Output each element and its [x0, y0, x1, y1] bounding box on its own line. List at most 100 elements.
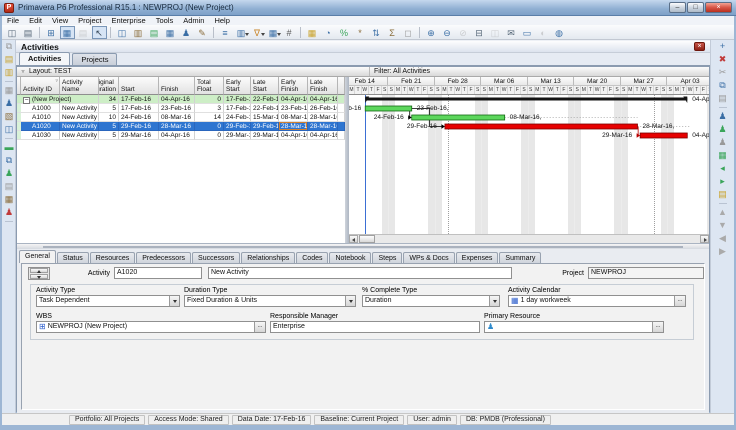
details-tab-notebook[interactable]: Notebook	[329, 252, 371, 263]
cell-a1020-late-start[interactable]: 29-Feb-16	[251, 122, 279, 131]
progress-spotlight-icon[interactable]: ◐	[536, 26, 551, 39]
timescale-options-icon[interactable]: ▦	[266, 26, 281, 39]
cell-a1030-activity-name[interactable]: New Activity	[60, 131, 99, 140]
filters-icon[interactable]: ∇	[250, 26, 265, 39]
pointer-tool-icon[interactable]: ↖	[92, 26, 107, 39]
scroll-thumb[interactable]	[359, 235, 375, 243]
menu-help[interactable]: Help	[209, 16, 234, 25]
bar-a1010[interactable]	[412, 115, 505, 120]
table-row-a1030[interactable]: A1030New Activity529-Mar-1604-Apr-16029-…	[17, 131, 345, 140]
gantt-horizontal-scrollbar[interactable]	[349, 234, 709, 243]
title-bar[interactable]: P Primavera P6 Professional R15.1 : NEWP…	[0, 0, 736, 16]
assign-roles-icon[interactable]: ♟	[715, 123, 731, 136]
table-row-new-project[interactable]: −(New Project)3417-Feb-1604-Apr-16017-Fe…	[17, 95, 345, 104]
column-header-start[interactable]: Start	[119, 77, 159, 95]
layout-chevron-icon[interactable]: ▿	[17, 67, 29, 76]
shift-left-icon[interactable]: ◀	[715, 232, 731, 245]
activity-type-select[interactable]: Task Dependent	[36, 295, 180, 307]
menu-edit[interactable]: Edit	[24, 16, 47, 25]
cell-new-project-late-start[interactable]: 22-Feb-16	[251, 95, 279, 104]
toolbars-icon[interactable]: ⧉	[2, 40, 16, 53]
pct-complete-type-dropdown-icon[interactable]	[489, 296, 499, 306]
details-tab-steps[interactable]: Steps	[372, 252, 402, 263]
cell-new-project-start[interactable]: 17-Feb-16	[119, 95, 159, 104]
cell-a1010-activity-id[interactable]: A1010	[21, 113, 60, 122]
project-summary-bar[interactable]	[365, 98, 687, 101]
menu-project[interactable]: Project	[73, 16, 106, 25]
bar-a1020[interactable]	[445, 124, 638, 129]
cell-a1010-late-finish[interactable]: 28-Mar-16	[308, 113, 338, 122]
menu-enterprise[interactable]: Enterprise	[107, 16, 151, 25]
cell-a1030-early-start[interactable]: 29-Mar-16	[224, 131, 251, 140]
column-header-finish[interactable]: Finish	[159, 77, 195, 95]
tab-projects[interactable]: Projects	[72, 53, 117, 65]
print-icon[interactable]: ▤	[21, 26, 36, 39]
assign-by-role-icon[interactable]: ♟	[715, 136, 731, 149]
vertical-split-icon[interactable]: ◫	[488, 26, 503, 39]
wps-and-docs-icon[interactable]: ▤	[2, 180, 16, 193]
cell-a1030-original-duration[interactable]: 5	[99, 131, 119, 140]
cell-a1000-late-finish[interactable]: 26-Feb-16	[308, 104, 338, 113]
activities-icon[interactable]: ▬	[2, 141, 16, 154]
resources-icon[interactable]: ♟	[2, 97, 16, 110]
show-layout-icon[interactable]: ▥	[234, 26, 249, 39]
zoom-in-icon[interactable]: ⊕	[424, 26, 439, 39]
bar-a1030[interactable]	[640, 133, 687, 138]
print-preview-icon[interactable]: ◫	[5, 26, 20, 39]
cell-new-project-total-float[interactable]: 0	[195, 95, 224, 104]
cell-a1020-activity-id[interactable]: A1020	[21, 122, 60, 131]
details-tab-codes[interactable]: Codes	[296, 252, 328, 263]
assign-predecessors-icon[interactable]: ◂	[715, 162, 731, 175]
details-tab-summary[interactable]: Summary	[499, 252, 541, 263]
cell-new-project-blank[interactable]	[338, 95, 345, 104]
menu-view[interactable]: View	[47, 16, 73, 25]
wbs-browse-button[interactable]: ...	[254, 322, 265, 332]
cell-a1020-start[interactable]: 29-Feb-16	[119, 122, 159, 131]
table-row-a1020[interactable]: A1020New Activity529-Feb-1628-Mar-16029-…	[17, 122, 345, 131]
activity-calendar-browse-button[interactable]: ...	[674, 296, 685, 306]
cut-icon[interactable]: ✂	[715, 66, 731, 79]
minimize-button[interactable]: –	[669, 2, 686, 13]
cell-a1020-finish[interactable]: 28-Mar-16	[159, 122, 195, 131]
primary-resource-browse-button[interactable]: ...	[652, 322, 663, 332]
tab-activities[interactable]: Activities	[19, 52, 70, 65]
resource-assignment-icon[interactable]: ♟	[179, 26, 194, 39]
group-and-sort-icon[interactable]: ≡	[218, 26, 233, 39]
notebook-icon[interactable]: ✉	[504, 26, 519, 39]
enterprise-data-icon[interactable]: ▦	[2, 84, 16, 97]
activity-name-field[interactable]: New Activity	[208, 267, 512, 279]
cell-new-project-finish[interactable]: 04-Apr-16	[159, 95, 195, 104]
timescale-icon[interactable]: ▦	[163, 26, 178, 39]
bars-icon[interactable]: ▤	[147, 26, 162, 39]
projects-icon[interactable]: ▤	[2, 53, 16, 66]
cell-new-project-early-start[interactable]: 17-Feb-16	[224, 95, 251, 104]
cell-a1030-activity-id[interactable]: A1030	[21, 131, 60, 140]
cell-new-project-original-duration[interactable]: 34	[99, 95, 119, 104]
cell-new-project-late-finish[interactable]: 04-Apr-16	[308, 95, 338, 104]
cell-a1010-activity-name[interactable]: New Activity	[60, 113, 99, 122]
column-header-original-duration[interactable]: Original Duration	[99, 77, 119, 95]
move-up-icon[interactable]: ▲	[715, 206, 731, 219]
cell-a1000-activity-id[interactable]: A1000	[21, 104, 60, 113]
details-tab-successors[interactable]: Successors	[192, 252, 240, 263]
wbs-field[interactable]: ⊞ NEWPROJ (New Project) ...	[36, 321, 266, 333]
help-icon[interactable]: ◍	[552, 26, 567, 39]
details-tab-status[interactable]: Status	[57, 252, 89, 263]
delete-icon[interactable]: ✖	[715, 53, 731, 66]
tracking-icon[interactable]: ◫	[2, 123, 16, 136]
cell-a1030-early-finish[interactable]: 04-Apr-16	[279, 131, 308, 140]
cell-a1010-finish[interactable]: 08-Mar-16	[159, 113, 195, 122]
paste-icon[interactable]: ▤	[715, 92, 731, 105]
column-header-late-finish[interactable]: Late Finish	[308, 77, 338, 95]
cell-a1000-late-start[interactable]: 22-Feb-16	[251, 104, 279, 113]
column-header-early-start[interactable]: Early Start	[224, 77, 251, 95]
table-view-icon[interactable]: ⊞	[44, 26, 59, 39]
assign-wps-docs-icon[interactable]: ▤	[715, 188, 731, 201]
open-project-icon[interactable]: ▥	[2, 66, 16, 79]
gantt-chart-view-icon[interactable]: ▦	[60, 26, 75, 39]
restore-button[interactable]: □	[687, 2, 704, 13]
scroll-left-button[interactable]	[349, 235, 358, 243]
details-tab-predecessors[interactable]: Predecessors	[136, 252, 191, 263]
activity-calendar-field[interactable]: ▦ 1 day workweek ...	[508, 295, 686, 307]
update-progress-icon[interactable]: %	[337, 26, 352, 39]
